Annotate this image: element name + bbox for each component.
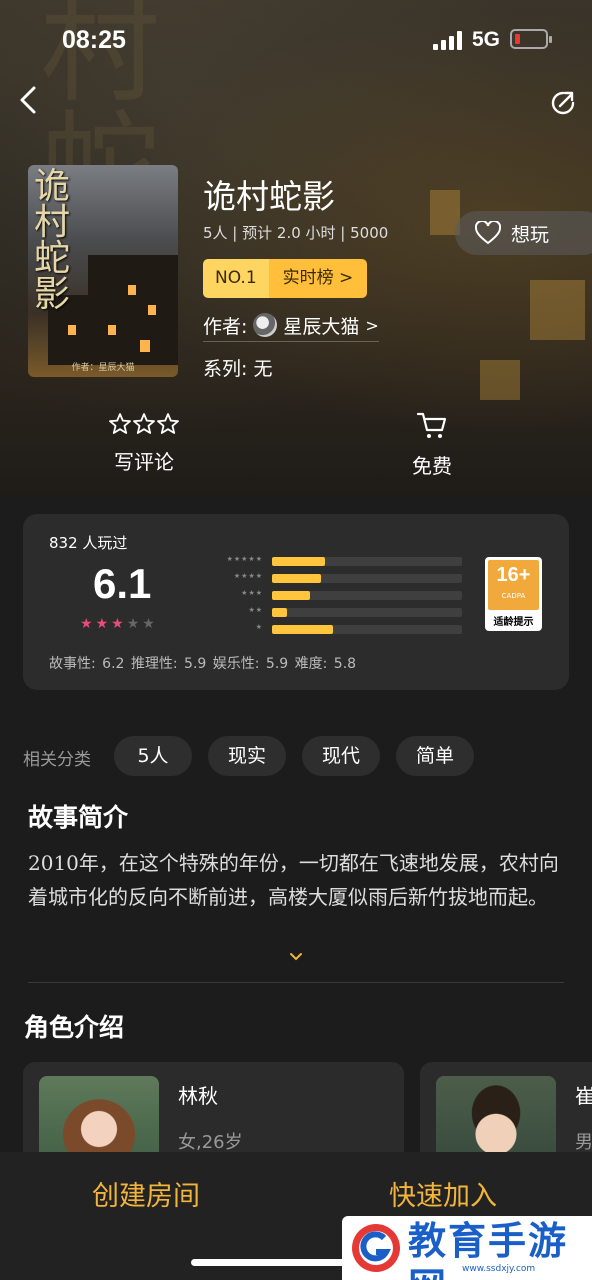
distribution-star-icons: ★★ [248,606,263,614]
distribution-row: ★★★★★ [208,555,468,567]
author-name: 星辰大猫 [283,315,360,338]
status-time: 08:25 [62,26,126,54]
author-avatar [253,313,278,337]
price-button[interactable]: 免费 [372,412,492,479]
synopsis-text: 2010年，在这个特殊的年份，一切都在飞速地发展，农村向着城市化的反向不断前进，… [28,851,559,909]
categories-label: 相关分类 [23,750,91,770]
want-to-play-button[interactable]: 想玩 [455,211,592,255]
share-icon [551,91,575,115]
chevron-left-icon [20,86,36,114]
distribution-track [272,608,462,617]
price-label: 免费 [412,454,452,478]
cart-icon [416,412,447,438]
heart-icon [475,221,501,245]
rating-stars: ★★★★★ [80,616,158,632]
distribution-bar [272,625,333,634]
star-filled-icon: ★ [80,616,96,632]
stars-outline-icon [109,413,179,434]
share-button[interactable] [548,88,578,118]
distribution-track [272,625,462,634]
distribution-track [272,557,462,566]
rank-badge[interactable]: NO.1 实时榜 > [203,259,368,298]
signal-icon [433,30,465,50]
age-rating-org: CADPA [501,592,526,600]
distribution-row: ★★ [208,606,468,618]
category-tag[interactable]: 现实 [208,736,286,776]
chevron-right-icon: > [365,315,379,335]
characters-title: 角色介绍 [24,1013,125,1042]
category-tag[interactable]: 现代 [302,736,380,776]
distribution-bar [272,574,321,583]
distribution-bar [272,608,287,617]
star-filled-icon: ★ [111,616,127,632]
character-name: 崔 [575,1084,592,1108]
cover-author-text: 作者：星辰大猫 [71,363,135,373]
watermark-logo-icon [352,1224,400,1272]
divider [28,982,564,983]
distribution-row: ★ [208,623,468,635]
star-filled-icon: ★ [95,616,112,632]
distribution-track [272,574,462,583]
rating-score: 6.1 [93,560,152,607]
distribution-star-icons: ★★★ [241,589,263,597]
category-tag[interactable]: 5人 [114,736,192,776]
age-rating: 16+ [496,564,531,586]
watermark-url: www.ssdxjy.com [462,1264,536,1274]
sub-scores: 故事性: 6.2 推理性: 5.9 娱乐性: 5.9 难度: 5.8 [49,656,357,672]
synopsis-title: 故事简介 [28,803,129,832]
expand-chevron-icon[interactable] [288,950,304,966]
distribution-bar [272,591,310,600]
network-type: 5G [472,28,501,51]
age-rating-tip: 适龄提示 [493,617,534,628]
write-review-button[interactable]: 写评论 [84,412,204,475]
distribution-star-icons: ★★★★ [233,572,263,580]
game-title: 诡村蛇影 [203,177,335,216]
game-cover-image: 诡村蛇影 作者：星辰大猫 [28,165,178,377]
battery-icon [510,29,552,49]
distribution-star-icons: ★★★★★ [226,555,263,563]
star-empty-icon: ★ [142,616,158,632]
distribution-track [272,591,462,600]
series-info: 系列: 无 [203,358,273,380]
want-to-play-label: 想玩 [511,223,550,246]
distribution-row: ★★★ [208,589,468,601]
quick-join-button[interactable]: 快速加入 [389,1174,497,1213]
age-rating-badge[interactable]: 16+ CADPA 适龄提示 [485,557,542,631]
character-info: 男 [575,1132,592,1153]
rank-board-link: 实时榜 > [268,259,368,298]
watermark: 教育手游网 www.ssdxjy.com [342,1216,592,1280]
create-room-button[interactable]: 创建房间 [92,1174,200,1213]
status-bar: 08:25 5G [0,0,592,80]
players-count: 832 人玩过 [49,534,128,552]
rank-number: NO.1 [203,259,269,298]
author-label: 作者: [203,315,248,338]
hero-window-light [480,360,520,400]
star-empty-icon: ★ [126,616,143,632]
distribution-row: ★★★★ [208,572,468,584]
distribution-bar [272,557,325,566]
character-name: 林秋 [178,1084,218,1108]
write-review-label: 写评论 [114,450,174,474]
back-button[interactable] [14,82,44,118]
author-link[interactable]: 作者: 星辰大猫 > [203,312,379,342]
category-tag[interactable]: 简单 [396,736,474,776]
character-info: 女,26岁 [178,1132,243,1153]
rating-card: 832 人玩过 6.1 ★★★★★ ★★★★★ ★★★★ ★★★ ★★ ★ 16+ CA… [23,514,569,690]
cover-title-art: 诡村蛇影 [34,166,71,315]
distribution-star-icons: ★ [255,623,263,631]
hero-window-light [530,280,585,340]
game-meta: 5人 | 预计 2.0 小时 | 5000 [203,224,389,242]
